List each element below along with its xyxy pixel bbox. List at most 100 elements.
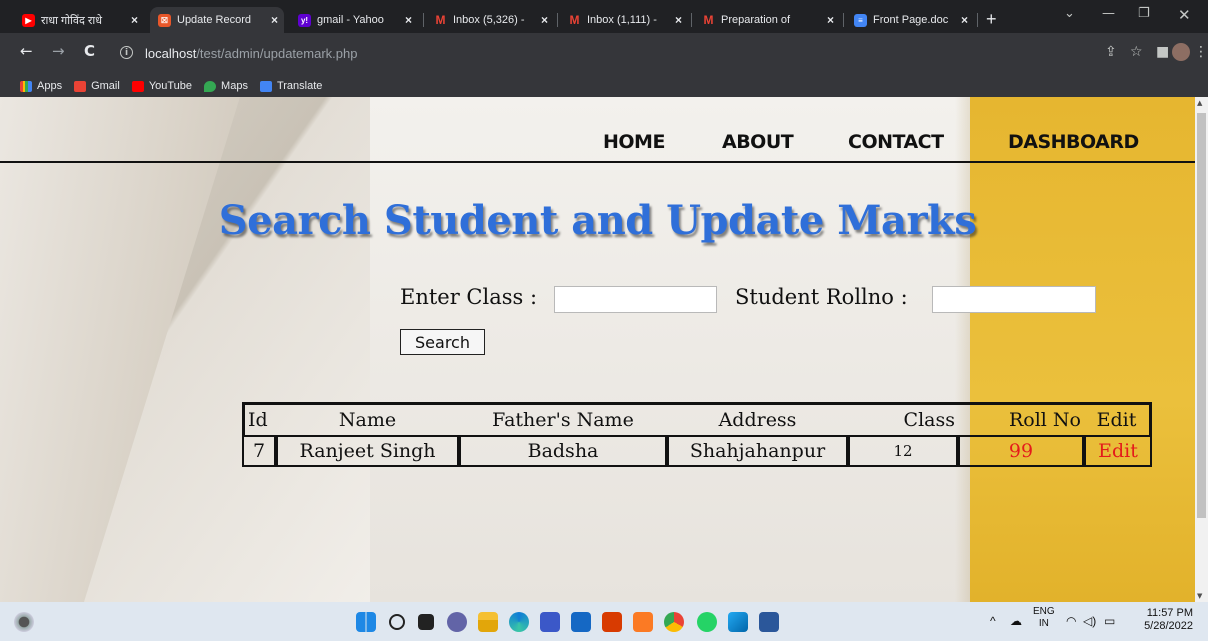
tab-update-record[interactable]: ☒ Update Record × xyxy=(150,7,284,33)
edit-link[interactable]: Edit xyxy=(1084,435,1152,467)
bookmark-translate[interactable]: Translate xyxy=(259,80,322,92)
bookmark-youtube[interactable]: YouTube xyxy=(131,80,192,92)
page-title: Search Student and Update Marks xyxy=(218,197,977,244)
profile-avatar[interactable] xyxy=(1172,43,1190,61)
header-rollno: Roll No xyxy=(1008,409,1081,431)
tab-front-page-doc[interactable]: ≡ Front Page.doc × xyxy=(846,7,974,33)
table-row: 7 Ranjeet Singh Badsha Shahjahanpur 12 9… xyxy=(242,435,1152,467)
minimize-icon[interactable]: — xyxy=(1102,6,1115,21)
cell-rollno: 99 xyxy=(958,435,1084,467)
office-icon[interactable] xyxy=(602,612,622,632)
table-header-row: Id Name Father's Name Address Class Roll… xyxy=(242,405,1152,435)
whatsapp-icon[interactable] xyxy=(697,612,717,632)
class-label: Enter Class : xyxy=(400,285,538,309)
onedrive-icon[interactable]: ☁ xyxy=(1010,614,1022,628)
close-tab-icon[interactable]: × xyxy=(541,13,548,27)
gmail-icon: M xyxy=(435,13,446,27)
rollno-label: Student Rollno : xyxy=(735,285,908,309)
menu-kebab-icon[interactable]: ⋮ xyxy=(1194,44,1208,60)
header-address: Address xyxy=(718,409,797,431)
reload-icon[interactable]: C xyxy=(84,42,95,60)
bookmark-apps[interactable]: Apps xyxy=(20,80,62,92)
bookmark-gmail[interactable]: Gmail xyxy=(74,80,120,92)
header-id: Id xyxy=(242,405,276,435)
bookmark-star-icon[interactable]: ☆ xyxy=(1130,44,1143,60)
volume-icon[interactable]: ◁) xyxy=(1083,614,1096,628)
bookmark-maps[interactable]: Maps xyxy=(204,80,248,92)
xampp-icon[interactable] xyxy=(633,612,653,632)
sidepanel-icon[interactable]: ■ xyxy=(1156,44,1169,60)
widgets-icon[interactable] xyxy=(14,612,34,632)
header-class: Class xyxy=(903,409,955,431)
apps-grid-icon xyxy=(20,80,32,92)
word-icon[interactable] xyxy=(759,612,779,632)
clock[interactable]: 11:57 PM 5/28/2022 xyxy=(1137,607,1193,633)
address-bar[interactable]: localhost/test/admin/updatemark.php xyxy=(145,46,357,61)
search-button[interactable]: Search xyxy=(400,329,485,355)
tray-chevron-icon[interactable]: ^ xyxy=(990,614,996,628)
close-tab-icon[interactable]: × xyxy=(675,13,682,27)
nav-dashboard-link[interactable]: DASHBOARD xyxy=(1008,131,1139,153)
new-tab-icon[interactable]: + xyxy=(986,9,997,30)
tab-separator xyxy=(977,13,978,27)
chrome-icon[interactable] xyxy=(664,612,684,632)
tab-inbox-1111[interactable]: M Inbox (1,111) - × xyxy=(560,7,688,33)
cell-father-name: Badsha xyxy=(459,435,667,467)
info-icon[interactable]: i xyxy=(120,46,133,59)
close-tab-icon[interactable]: × xyxy=(271,13,278,27)
xampp-icon: ☒ xyxy=(158,13,171,27)
close-tab-icon[interactable]: × xyxy=(131,13,138,27)
cell-address: Shahjahanpur xyxy=(667,435,848,467)
nav-home-link[interactable]: HOME xyxy=(603,131,665,153)
close-tab-icon[interactable]: × xyxy=(961,13,968,27)
browser-tab-strip: ▶ राधा गोविंद राधे × ☒ Update Record × y… xyxy=(0,0,1208,33)
edge-icon[interactable] xyxy=(509,612,529,632)
results-table: Id Name Father's Name Address Class Roll… xyxy=(242,402,1152,467)
url-host: localhost xyxy=(145,46,197,61)
scroll-down-icon[interactable]: ▼ xyxy=(1197,592,1202,600)
forward-icon[interactable]: → xyxy=(52,42,65,60)
close-tab-icon[interactable]: × xyxy=(827,13,834,27)
google-docs-icon: ≡ xyxy=(854,13,867,27)
tab-search-icon[interactable]: ⌄ xyxy=(1064,6,1075,21)
header-edit: Edit xyxy=(1084,405,1152,435)
windows-start-icon[interactable] xyxy=(356,612,376,632)
file-explorer-icon[interactable] xyxy=(478,612,498,632)
header-father-name: Father's Name xyxy=(492,409,634,431)
cell-class: 12 xyxy=(848,435,958,467)
scrollbar-thumb[interactable] xyxy=(1197,113,1206,518)
site-nav: HOME ABOUT CONTACT DASHBOARD xyxy=(0,97,1195,163)
gmail-icon xyxy=(74,80,87,92)
search-icon[interactable] xyxy=(389,614,405,630)
tab-radha-govind[interactable]: ▶ राधा गोविंद राधे × xyxy=(14,7,144,33)
wifi-icon[interactable]: ◠ xyxy=(1066,614,1076,628)
tab-separator xyxy=(843,13,844,27)
close-window-icon[interactable]: ✕ xyxy=(1178,6,1191,24)
close-tab-icon[interactable]: × xyxy=(405,13,412,27)
maps-pin-icon xyxy=(204,80,217,92)
nav-contact-link[interactable]: CONTACT xyxy=(848,131,944,153)
nav-about-link[interactable]: ABOUT xyxy=(722,131,794,153)
rollno-input[interactable] xyxy=(932,286,1096,313)
page-viewport: HOME ABOUT CONTACT DASHBOARD Search Stud… xyxy=(0,97,1195,602)
restore-icon[interactable]: ❐ xyxy=(1138,6,1150,21)
yahoo-icon: y! xyxy=(298,13,311,27)
teams-chat-icon[interactable] xyxy=(447,612,467,632)
tab-inbox-5326[interactable]: M Inbox (5,326) - × xyxy=(426,7,554,33)
gmail-icon: M xyxy=(703,13,714,27)
class-input[interactable] xyxy=(554,286,717,313)
translate-icon xyxy=(259,80,272,92)
back-icon[interactable]: ← xyxy=(20,42,33,60)
youtube-icon xyxy=(131,80,144,92)
tab-preparation[interactable]: M Preparation of × xyxy=(694,7,840,33)
scroll-up-icon[interactable]: ▲ xyxy=(1197,99,1202,107)
tab-gmail-yahoo[interactable]: y! gmail - Yahoo × xyxy=(290,7,418,33)
language-indicator[interactable]: ENG IN xyxy=(1033,606,1055,630)
task-view-icon[interactable] xyxy=(418,614,434,630)
photos-icon[interactable] xyxy=(540,612,560,632)
share-icon[interactable]: ⇪ xyxy=(1105,44,1117,60)
mail-icon[interactable] xyxy=(571,612,591,632)
vscode-icon[interactable] xyxy=(728,612,748,632)
battery-icon[interactable]: ▭ xyxy=(1104,614,1115,628)
url-path: /test/admin/updatemark.php xyxy=(196,46,358,61)
